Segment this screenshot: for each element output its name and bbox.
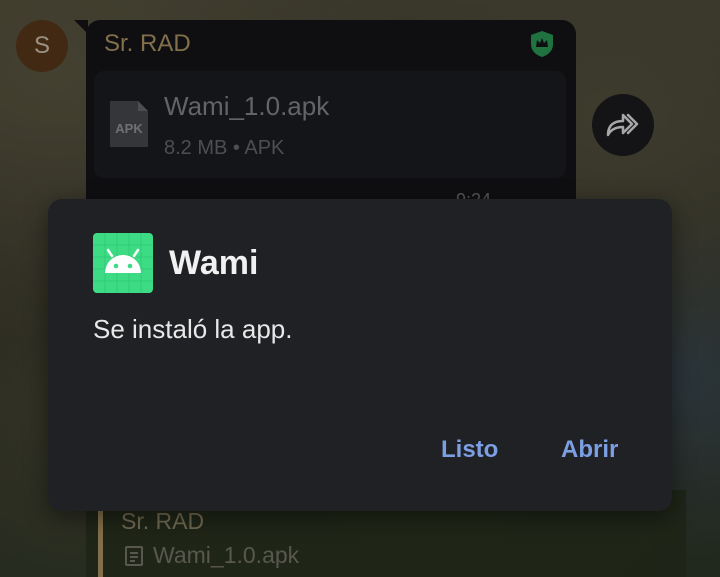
done-button[interactable]: Listo — [441, 436, 498, 464]
dialog-app-name: Wami — [169, 244, 259, 282]
screen: S Sr. RAD APK Wami_1.0.apk 8.2 MB • APK … — [0, 0, 720, 577]
dialog-message: Se instaló la app. — [93, 314, 293, 344]
open-button[interactable]: Abrir — [561, 436, 618, 464]
android-robot-icon — [93, 233, 153, 293]
